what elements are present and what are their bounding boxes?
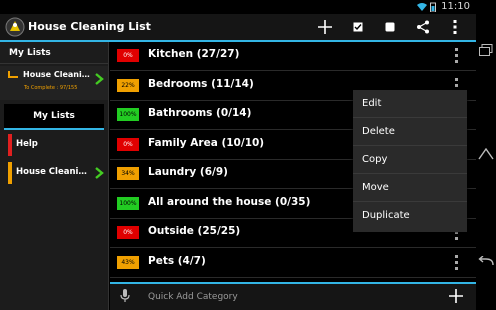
back-button[interactable] [478,254,494,270]
overflow-dot [455,54,458,57]
microphone-icon [120,289,130,302]
overflow-dot [455,237,458,240]
sidebar: My Lists House Cleanin... To Complete : … [0,42,109,310]
category-label: Pets (4/7) [148,254,206,267]
sidebar-item-label: House Cleaning L... [16,167,92,177]
sidebar-current-list[interactable]: House Cleanin... To Complete : 97/155 [0,66,108,100]
sidebar-current-list-label: House Cleanin... [23,70,93,79]
my-lists-button[interactable]: My Lists [4,104,104,130]
status-bar: 11:10 [0,0,476,14]
progress-badge: 0% [117,49,139,62]
menu-item-copy[interactable]: Copy [353,146,467,174]
add-icon [318,20,332,34]
status-icons [417,2,436,12]
sidebar-header: My Lists [0,42,108,64]
context-menu: Edit Delete Copy Move Duplicate [353,90,467,232]
menu-item-move[interactable]: Move [353,174,467,202]
menu-item-duplicate[interactable]: Duplicate [353,202,467,230]
row-overflow-icon[interactable] [451,48,461,64]
uncheck-all-button[interactable] [378,16,402,38]
recents-icon [479,44,493,56]
check-all-icon [353,22,363,32]
add-button[interactable] [313,16,337,38]
quick-add-bar [110,282,476,310]
overflow-dot [455,254,458,258]
sidebar-item-help[interactable]: Help [0,132,108,158]
wifi-icon [417,3,427,11]
category-label: Kitchen (27/27) [148,48,240,60]
overflow-dot [455,260,458,264]
overflow-dot [455,266,458,270]
sidebar-item-label: Help [16,139,38,149]
category-label: All around the house (0/35) [148,195,311,208]
sidebar-current-list-progress: To Complete : 97/155 [24,85,78,91]
category-label: Family Area (10/10) [148,136,265,149]
color-bar [8,134,12,156]
menu-item-delete[interactable]: Delete [353,118,467,146]
color-bar [8,162,12,184]
category-row[interactable]: 43% Pets (4/7) [110,249,476,278]
share-icon [417,20,429,34]
quick-add-input[interactable] [148,290,428,304]
back-icon [478,256,494,266]
voice-input-button[interactable] [120,288,134,304]
app-title: House Cleaning List [28,20,151,33]
category-label: Outside (25/25) [148,225,241,237]
overflow-menu-icon [453,20,457,34]
progress-badge: 100% [117,108,139,121]
category-label: Bedrooms (11/14) [148,77,254,90]
action-bar: House Cleaning List [0,14,476,42]
quick-add-button[interactable] [448,288,464,304]
status-time: 11:10 [441,1,470,12]
uncheck-all-icon [385,22,395,32]
recents-button[interactable] [478,42,494,58]
progress-badge: 0% [117,137,139,151]
chevron-right-icon [95,167,104,179]
menu-item-edit[interactable]: Edit [353,90,467,118]
overflow-dot [455,83,458,87]
progress-badge: 34% [117,167,139,180]
overflow-dot [455,48,458,51]
progress-badge: 22% [117,78,139,92]
home-icon [478,148,494,160]
corner-arrow-icon [8,71,18,78]
progress-badge: 43% [117,255,139,269]
check-all-button[interactable] [346,16,370,38]
share-button[interactable] [411,16,435,38]
row-overflow-icon[interactable] [451,254,461,271]
category-row[interactable]: 0% Kitchen (27/27) [110,42,476,71]
add-icon [449,289,463,303]
overflow-dot [455,77,458,81]
overflow-menu-button[interactable] [443,16,467,38]
chevron-right-icon [95,73,104,85]
sidebar-item-house-cleaning[interactable]: House Cleaning L... [0,160,108,186]
home-button[interactable] [478,146,494,162]
navigation-bar [476,0,496,310]
overflow-dot [455,60,458,63]
battery-icon [430,2,436,12]
category-label: Laundry (6/9) [148,166,228,178]
progress-badge: 100% [117,196,139,210]
progress-badge: 0% [117,226,139,239]
app-logo-icon [5,17,25,37]
category-label: Bathrooms (0/14) [148,107,252,119]
